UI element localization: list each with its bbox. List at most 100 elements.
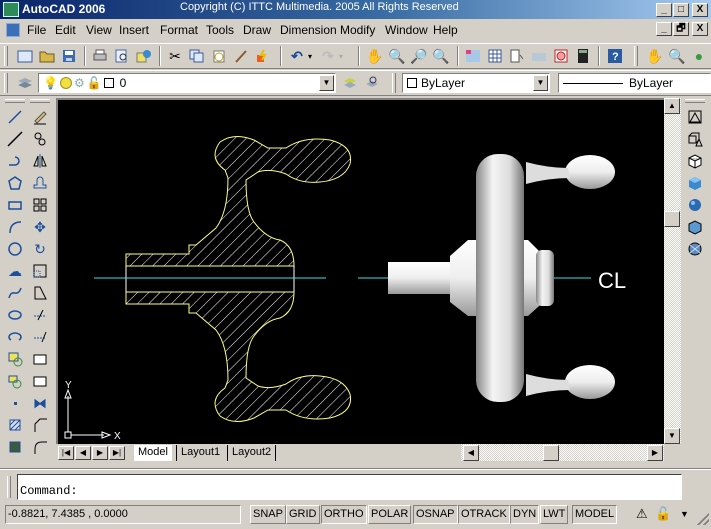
next-tab-button[interactable]: ▶: [92, 446, 108, 460]
toolbar-grip[interactable]: [5, 99, 25, 103]
rectangle-icon[interactable]: [5, 195, 25, 215]
plot-icon[interactable]: [90, 46, 110, 66]
cone-wire-icon[interactable]: [685, 129, 705, 149]
revision-cloud-icon[interactable]: ☁: [5, 261, 25, 281]
help-icon[interactable]: ?: [605, 46, 625, 66]
erase-icon[interactable]: [30, 107, 50, 127]
join-icon[interactable]: ⧓: [30, 393, 50, 413]
pan-icon-2[interactable]: ✋: [645, 46, 665, 66]
design-center-icon[interactable]: [485, 46, 505, 66]
properties-icon[interactable]: [463, 46, 483, 66]
layer-dropdown-icon[interactable]: ▼: [319, 75, 334, 91]
undo-icon[interactable]: ↶: [287, 46, 307, 66]
plot-preview-icon[interactable]: [112, 46, 132, 66]
fillet-icon[interactable]: [30, 437, 50, 457]
menu-tools[interactable]: Tools: [206, 23, 234, 37]
snap-toggle[interactable]: SNAP: [250, 505, 286, 524]
tab-model[interactable]: Model: [134, 445, 172, 461]
save-icon[interactable]: [59, 46, 79, 66]
sheet-set-icon[interactable]: [529, 46, 549, 66]
quickcalc-icon[interactable]: [573, 46, 593, 66]
construction-line-icon[interactable]: [5, 129, 25, 149]
toolbar-lock-icon[interactable]: 🔓: [655, 506, 671, 522]
osnap-toggle[interactable]: OSNAP: [413, 505, 458, 524]
color-dropdown-icon[interactable]: ▼: [533, 75, 548, 91]
menu-format[interactable]: Format: [160, 23, 198, 37]
zoom-previous-icon[interactable]: 🔍: [431, 46, 451, 66]
redo-dropdown-icon[interactable]: ▾: [336, 46, 346, 66]
doc-close-button[interactable]: X: [692, 22, 708, 36]
status-menu-arrow-icon[interactable]: ▼: [680, 509, 689, 519]
break-icon[interactable]: [30, 371, 50, 391]
cut-icon[interactable]: ✂: [165, 46, 185, 66]
toolbar-grip[interactable]: [4, 46, 8, 66]
menu-file[interactable]: File: [27, 23, 46, 37]
drawing-canvas[interactable]: CL Y X: [56, 98, 664, 444]
copy-icon[interactable]: [187, 46, 207, 66]
insert-block-icon[interactable]: [5, 349, 25, 369]
layer-lock-icon[interactable]: 🔓: [87, 76, 102, 90]
gradient-icon[interactable]: [5, 437, 25, 457]
scale-icon[interactable]: [30, 261, 50, 281]
linetype-combo[interactable]: ByLayer: [558, 73, 711, 93]
dyn-toggle[interactable]: DYN: [510, 505, 540, 524]
horizontal-scrollbar[interactable]: ◀ ▶: [461, 444, 664, 461]
markup-icon[interactable]: [551, 46, 571, 66]
publish-icon[interactable]: [134, 46, 154, 66]
minimize-button[interactable]: _: [656, 3, 672, 17]
scroll-right-button[interactable]: ▶: [647, 445, 663, 461]
command-grip[interactable]: [7, 476, 11, 498]
layer-freeze-icon[interactable]: [59, 77, 72, 89]
rotate-icon[interactable]: ↻: [30, 239, 50, 259]
layer-on-icon[interactable]: 💡: [43, 76, 58, 90]
polar-toggle[interactable]: POLAR: [368, 505, 412, 524]
polygon-icon[interactable]: [5, 173, 25, 193]
scroll-up-button[interactable]: ▲: [664, 98, 680, 114]
vertical-scroll-thumb[interactable]: [664, 211, 680, 227]
zoom-icon-2[interactable]: 🔍: [667, 46, 687, 66]
polyline-icon[interactable]: [5, 151, 25, 171]
layer-combo[interactable]: 💡 ⚙ 🔓 0 ▼: [38, 73, 336, 93]
orbit-icon[interactable]: ●: [689, 46, 709, 66]
communication-center-icon[interactable]: ⚠: [636, 506, 652, 522]
make-block-icon[interactable]: [5, 371, 25, 391]
paste-icon[interactable]: [209, 46, 229, 66]
maximize-button[interactable]: □: [673, 3, 689, 17]
box-icon[interactable]: [685, 151, 705, 171]
array-icon[interactable]: [30, 195, 50, 215]
box-shaded-icon[interactable]: [685, 173, 705, 193]
pan-icon[interactable]: ✋: [365, 46, 385, 66]
layer-viewport-freeze-icon[interactable]: ⚙: [74, 76, 85, 90]
tab-layout1[interactable]: Layout1: [176, 445, 224, 461]
trim-icon[interactable]: [30, 305, 50, 325]
resize-grip-icon[interactable]: [697, 513, 709, 525]
menu-help[interactable]: Help: [433, 23, 458, 37]
lwt-toggle[interactable]: LWT: [540, 505, 569, 524]
coordinates-display[interactable]: -0.8821, 7.4385 , 0.0000: [5, 505, 241, 524]
close-button[interactable]: X: [692, 3, 708, 17]
zoom-realtime-icon[interactable]: 🔍: [387, 46, 407, 66]
doc-minimize-button[interactable]: _: [656, 22, 672, 36]
mirror-icon[interactable]: [30, 151, 50, 171]
circle-icon[interactable]: [5, 239, 25, 259]
menu-view[interactable]: View: [86, 23, 112, 37]
point-icon[interactable]: [5, 393, 25, 413]
toolbar-grip[interactable]: [392, 73, 396, 93]
offset-icon[interactable]: [30, 173, 50, 193]
menu-dimension[interactable]: Dimension: [280, 23, 337, 37]
menu-edit[interactable]: Edit: [55, 23, 76, 37]
model-toggle[interactable]: MODEL: [572, 505, 618, 524]
stretch-icon[interactable]: [30, 283, 50, 303]
menu-insert[interactable]: Insert: [119, 23, 149, 37]
extend-icon[interactable]: [30, 327, 50, 347]
toolbar-grip[interactable]: [634, 46, 638, 66]
hatch-icon[interactable]: [5, 415, 25, 435]
copy-object-icon[interactable]: [30, 129, 50, 149]
layer-previous-icon[interactable]: [362, 73, 382, 93]
toolbar-grip[interactable]: [685, 99, 705, 103]
grid-toggle[interactable]: GRID: [286, 505, 320, 524]
vertical-scrollbar[interactable]: ▲ ▼: [664, 98, 681, 444]
first-tab-button[interactable]: |◀: [58, 446, 74, 460]
toolbar-grip[interactable]: [30, 99, 50, 103]
block-editor-icon[interactable]: [253, 46, 273, 66]
